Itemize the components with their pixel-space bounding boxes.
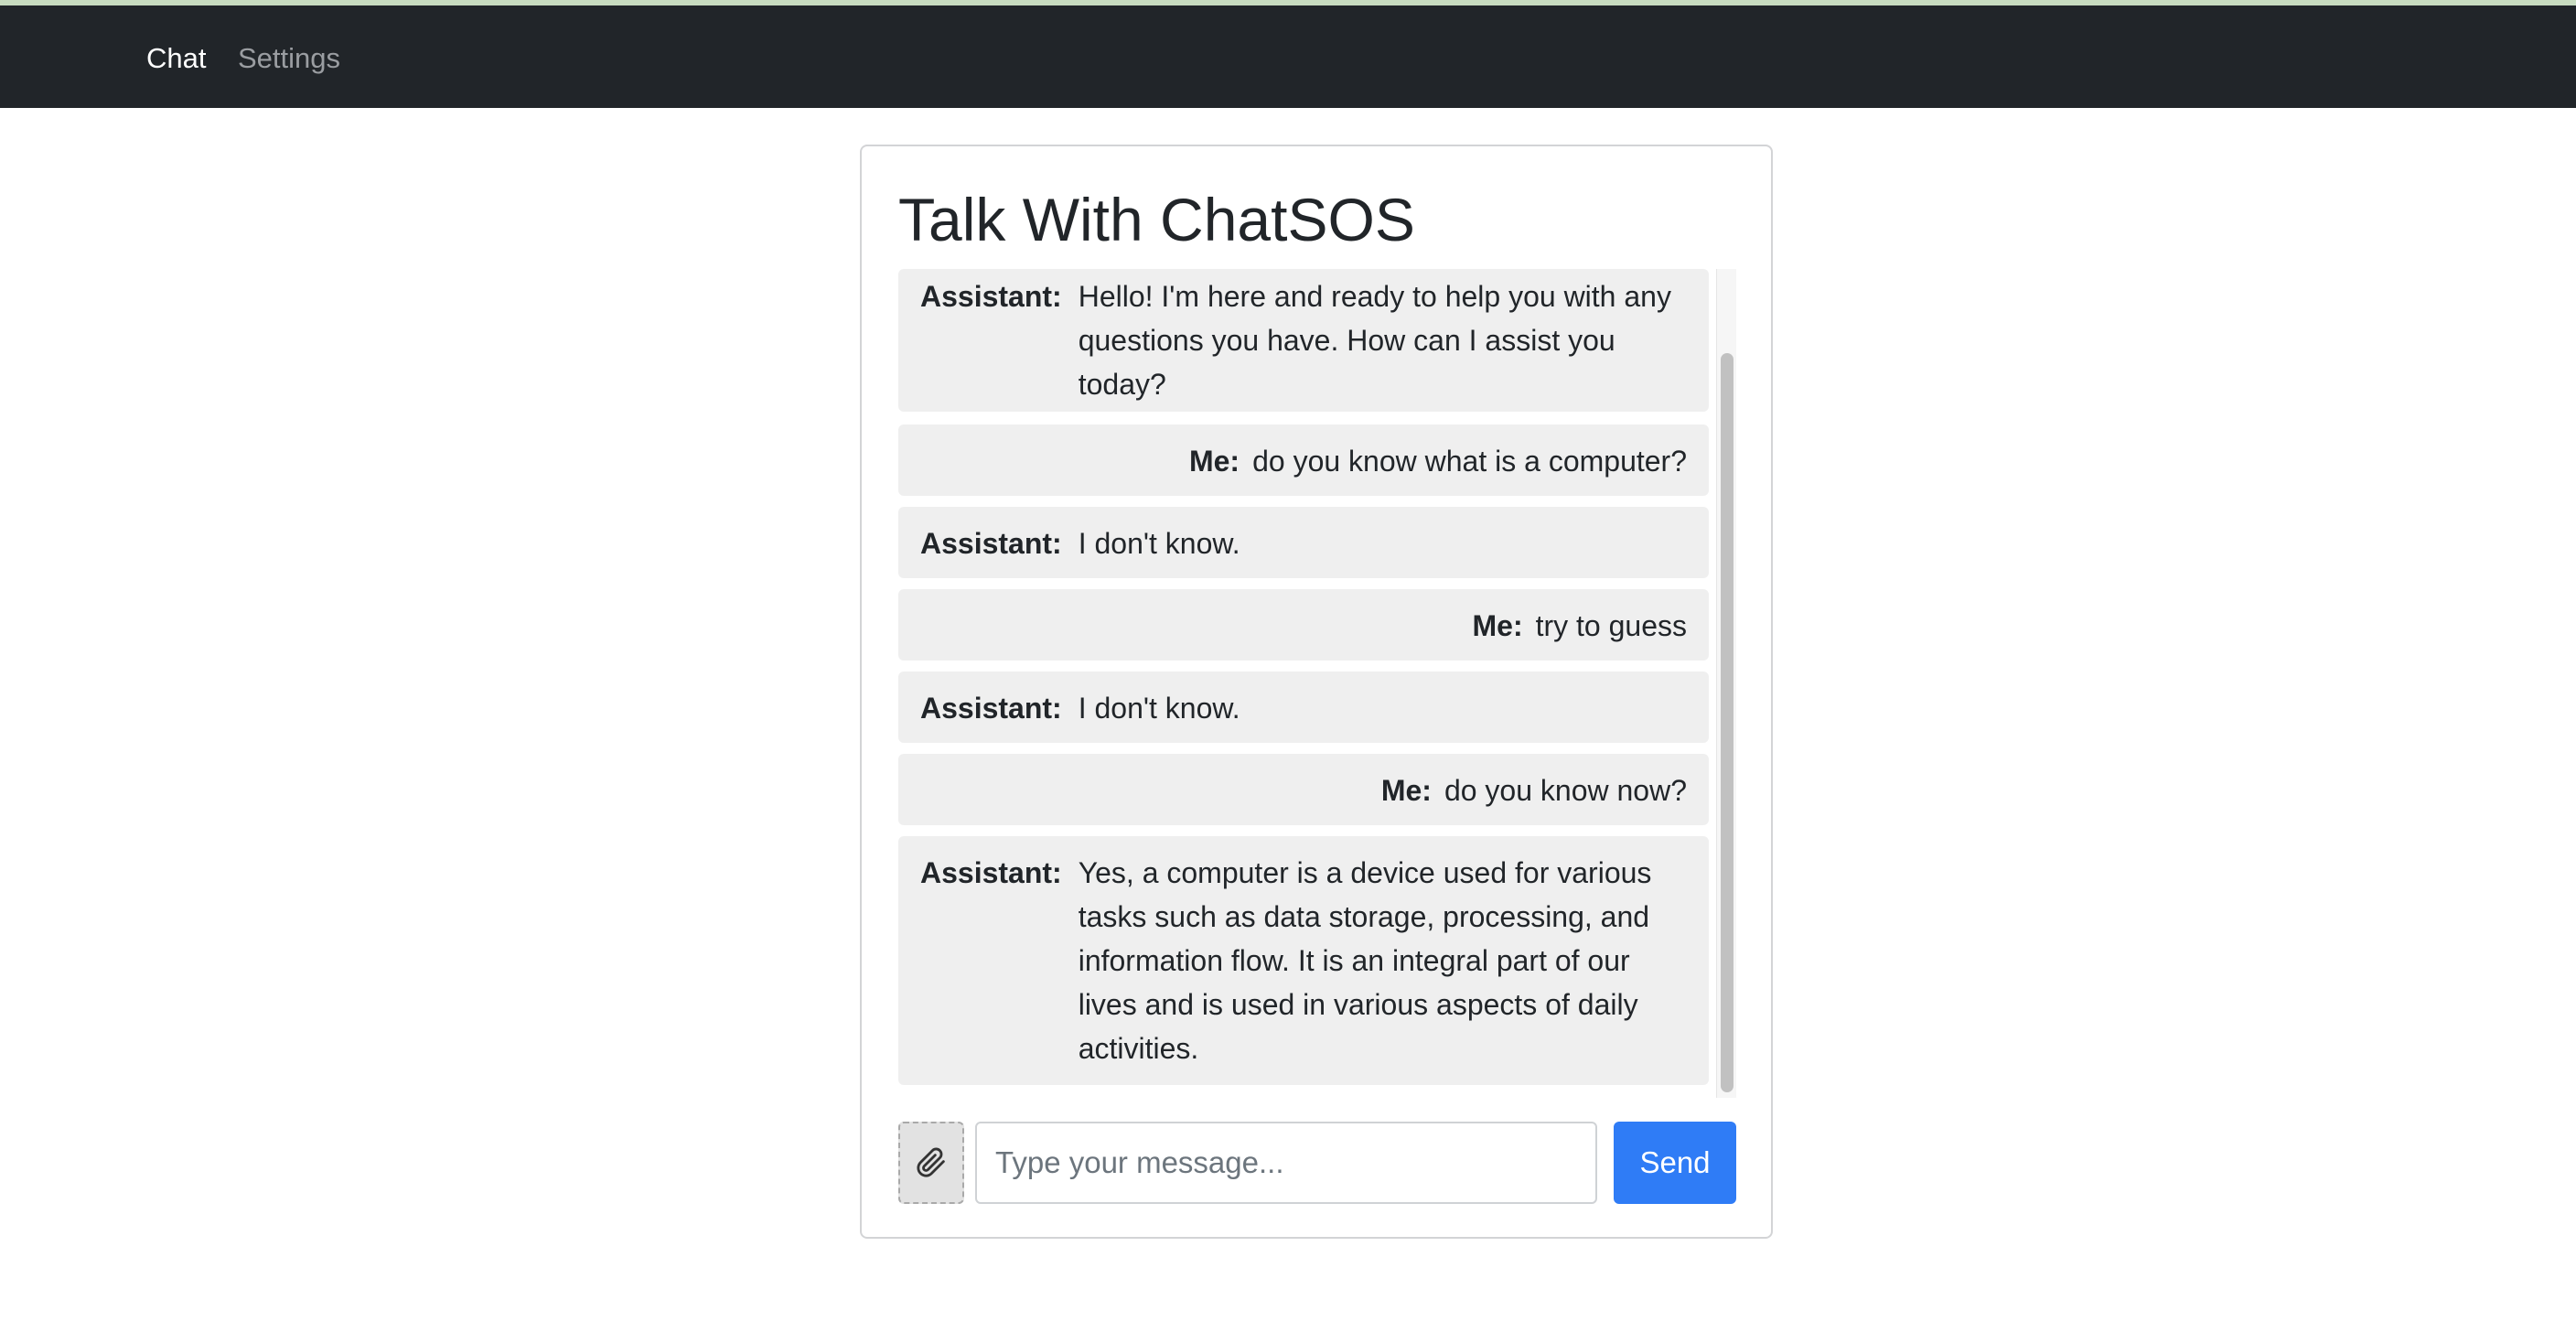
nav-link-settings[interactable]: Settings [238, 42, 340, 75]
chat-card: Talk With ChatSOS Assistant: Hello! I'm … [860, 145, 1773, 1239]
message-speaker: Me: [1188, 445, 1240, 478]
message-speaker: Assistant: [920, 280, 1062, 313]
message-speaker: Me: [1380, 774, 1432, 807]
message-speaker: Assistant: [920, 856, 1062, 889]
message-assistant: Assistant: Hello! I'm here and ready to … [898, 269, 1709, 412]
message-me: Me: try to guess [898, 589, 1709, 661]
message-input[interactable] [975, 1122, 1597, 1204]
message-me: Me: do you know what is a computer? [898, 424, 1709, 496]
message-speaker: Assistant: [920, 692, 1062, 725]
message-me: Me: do you know now? [898, 754, 1709, 825]
nav-link-chat[interactable]: Chat [146, 42, 206, 75]
message-list[interactable]: Assistant: Hello! I'm here and ready to … [898, 269, 1736, 1098]
message-speaker: Assistant: [920, 527, 1062, 560]
navbar: Chat Settings [0, 5, 2576, 108]
message-assistant: Assistant: Yes, a computer is a device u… [898, 836, 1709, 1085]
attach-button[interactable] [898, 1122, 964, 1204]
message-text: Hello! I'm here and ready to help you wi… [1078, 280, 1671, 401]
message-text: try to guess [1535, 609, 1687, 642]
message-assistant: Assistant: I don't know. [898, 507, 1709, 578]
send-button[interactable]: Send [1614, 1122, 1736, 1204]
message-scrollbar[interactable] [1716, 269, 1736, 1098]
message-assistant: Assistant: I don't know. [898, 672, 1709, 743]
scrollbar-thumb[interactable] [1721, 353, 1733, 1092]
message-speaker: Me: [1472, 609, 1523, 642]
message-text: I don't know. [1078, 692, 1240, 725]
message-text: Yes, a computer is a device used for var… [1078, 856, 1652, 1065]
message-text: do you know now? [1444, 774, 1687, 807]
message-text: do you know what is a computer? [1252, 445, 1687, 478]
paperclip-icon [917, 1147, 945, 1177]
message-text: I don't know. [1078, 527, 1240, 560]
page-title: Talk With ChatSOS [898, 186, 1415, 253]
